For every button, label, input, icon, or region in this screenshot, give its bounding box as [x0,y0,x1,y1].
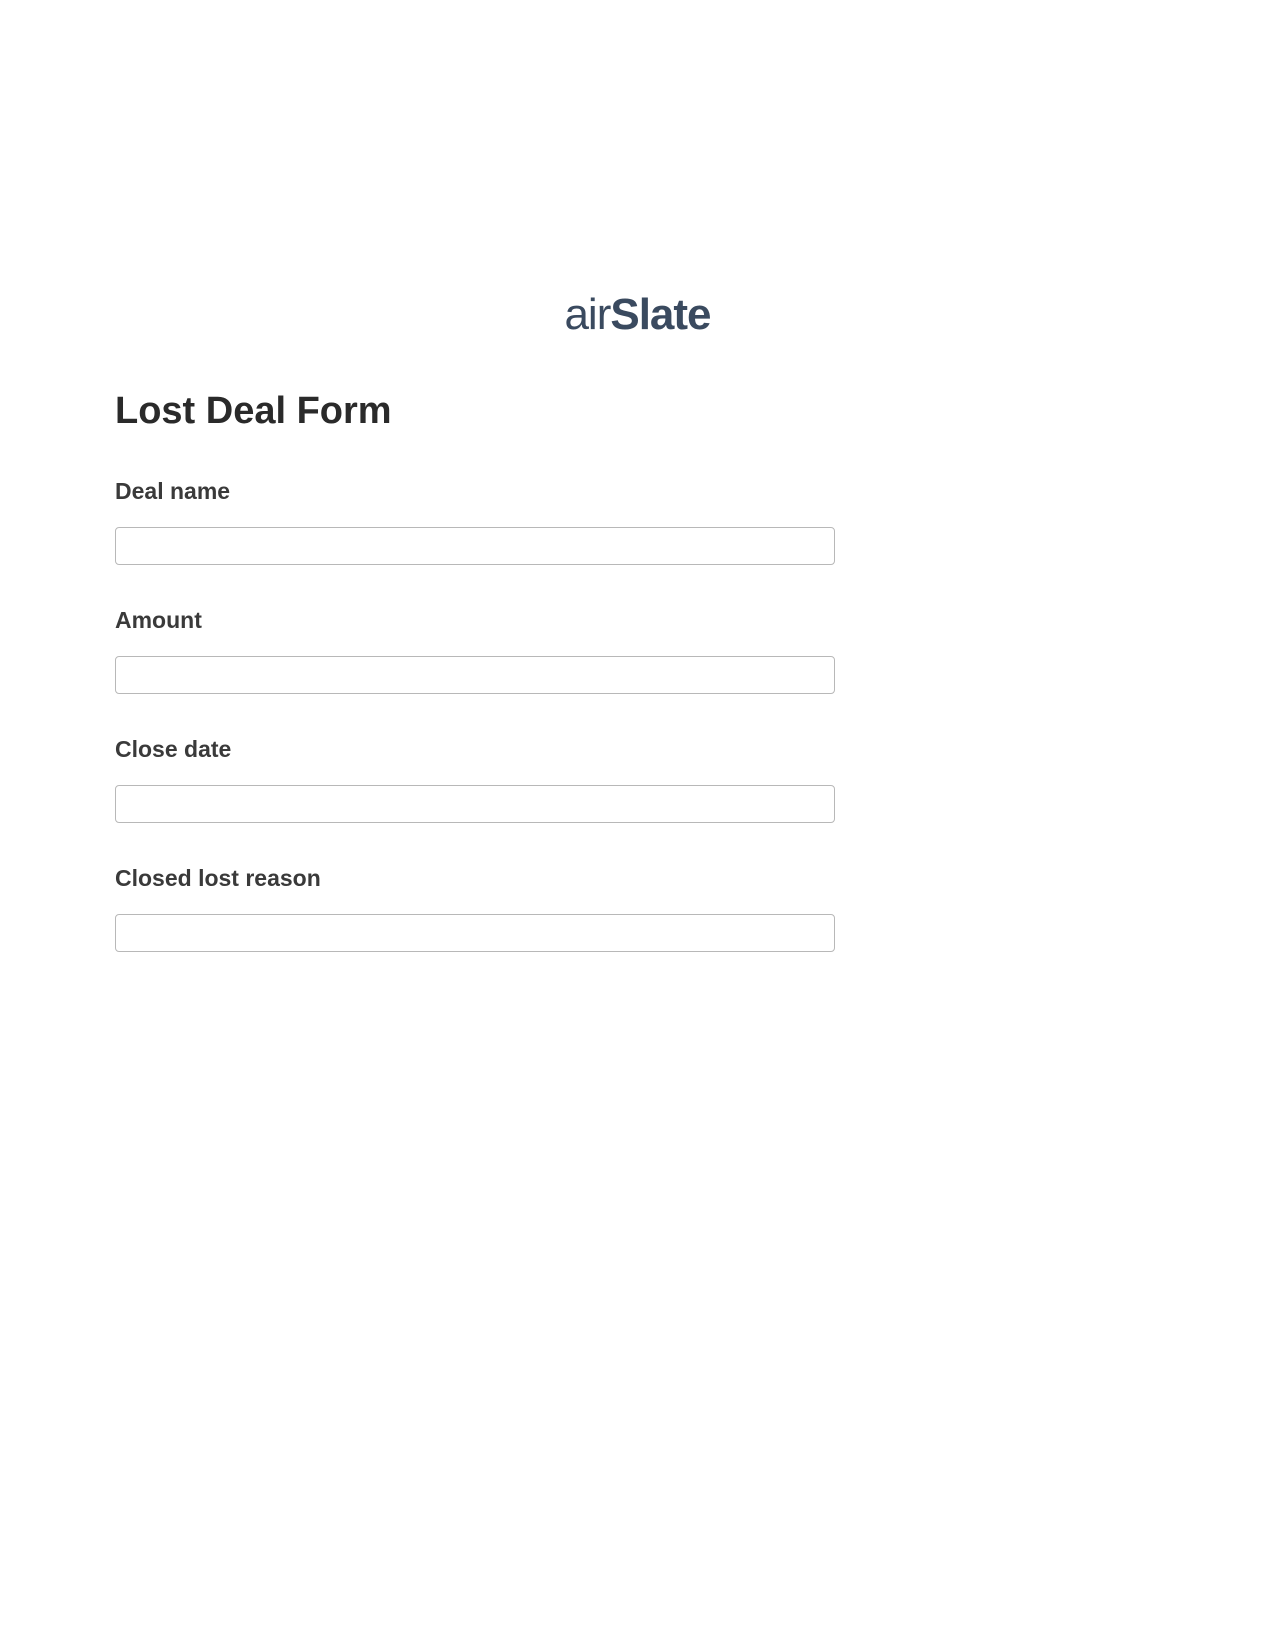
airslate-logo: airSlate [564,290,710,340]
form-field-amount: Amount [115,607,835,694]
deal-name-input[interactable] [115,527,835,565]
form-title: Lost Deal Form [115,390,835,433]
form-content: Lost Deal Form Deal name Amount Close da… [0,390,1275,952]
form-field-closed-lost-reason: Closed lost reason [115,865,835,952]
page-container: airSlate Lost Deal Form Deal name Amount… [0,0,1275,1650]
close-date-input[interactable] [115,785,835,823]
amount-input[interactable] [115,656,835,694]
form-field-close-date: Close date [115,736,835,823]
logo-text-air: air [564,290,610,340]
form-field-deal-name: Deal name [115,478,835,565]
close-date-label: Close date [115,736,835,763]
amount-label: Amount [115,607,835,634]
deal-name-label: Deal name [115,478,835,505]
closed-lost-reason-label: Closed lost reason [115,865,835,892]
closed-lost-reason-input[interactable] [115,914,835,952]
logo-container: airSlate [0,290,1275,340]
logo-text-slate: Slate [610,290,710,340]
